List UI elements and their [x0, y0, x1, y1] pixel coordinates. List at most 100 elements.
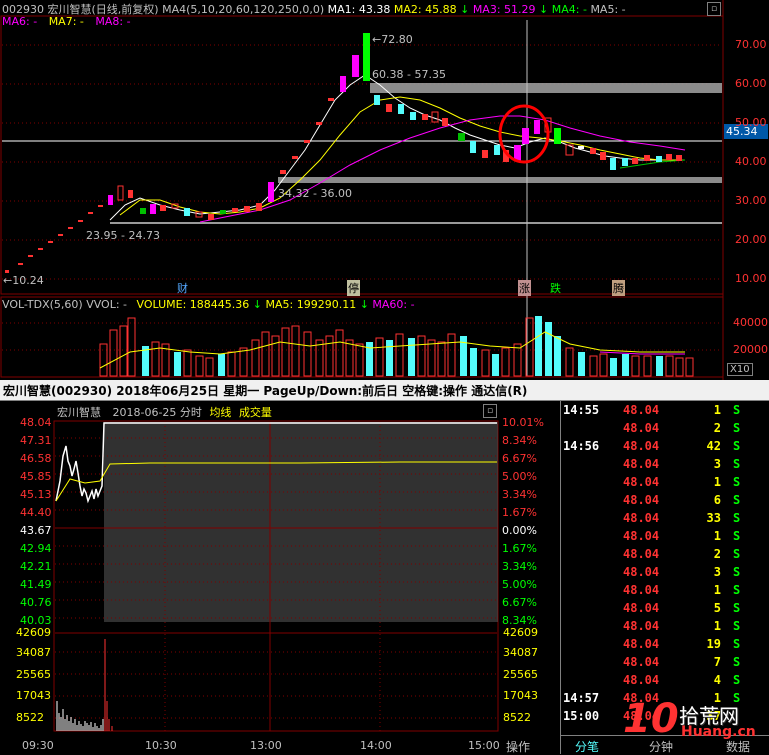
- tick-row[interactable]: 48.04 5 S: [561, 601, 740, 619]
- vol-axis-40000: 40000: [733, 316, 768, 329]
- avg-line-label: 均线: [209, 406, 232, 419]
- intraday-panel[interactable]: 宏川智慧 2018-06-25 分时 均线 成交量 ▫ 48.04 47.31 46…: [0, 401, 560, 754]
- vol-axis-label: 17043: [503, 689, 538, 702]
- kline-axis-20: 20.00: [735, 233, 767, 246]
- ma7-value: MA7: -: [48, 15, 84, 28]
- watermark: 10 拾荒网 Huang.cn: [623, 696, 769, 754]
- volume-bar: [218, 354, 225, 376]
- watermark-number: 10: [623, 696, 679, 742]
- volume-bar: [375, 337, 384, 377]
- kline-axis-60: 60.00: [735, 77, 767, 90]
- tick-row[interactable]: 48.04 4 S: [561, 673, 740, 691]
- volume-bar: [470, 348, 477, 376]
- tick-row[interactable]: 48.04 2 S: [561, 421, 740, 439]
- tick-row[interactable]: 48.04 7 S: [561, 655, 740, 673]
- volume-bar: [109, 329, 118, 377]
- tick-row[interactable]: 14:55 48.04 1 S: [561, 403, 740, 421]
- volume-bar: [481, 349, 490, 377]
- tick-side: S: [733, 475, 741, 489]
- volume-bar: [610, 358, 617, 376]
- tick-row[interactable]: 14:56 48.04 42 S: [561, 439, 740, 457]
- marker-cai: 财: [177, 282, 188, 295]
- tick-row[interactable]: 48.04 3 S: [561, 457, 740, 475]
- mid-band: [278, 177, 722, 183]
- resistance-band: [370, 83, 722, 93]
- volume-bar: [174, 352, 181, 376]
- volume-bar: [408, 338, 415, 376]
- left-axis-label: 46.58: [20, 452, 52, 465]
- anno-high: ←72.80: [372, 33, 413, 46]
- time-1300: 13:00: [250, 739, 282, 752]
- tick-volume: 19: [706, 637, 721, 651]
- status-text: 宏川智慧(002930) 2018年06月25日 星期一 PageUp/Down…: [3, 384, 528, 398]
- vol-axis-label: 17043: [16, 689, 51, 702]
- volume-bar: [545, 322, 552, 376]
- volume-bar: [565, 347, 574, 377]
- tick-row[interactable]: 48.04 33 S: [561, 511, 740, 529]
- tick-row[interactable]: 48.04 1 S: [561, 529, 740, 547]
- intraday-expand-button[interactable]: ▫: [483, 404, 497, 418]
- tick-volume: 1: [713, 583, 721, 597]
- volume-bar: [205, 357, 214, 377]
- tick-side: S: [733, 439, 741, 453]
- tick-price: 48.04: [623, 637, 660, 651]
- kline-axis-40: 40.00: [735, 155, 767, 168]
- tick-side: S: [733, 583, 741, 597]
- tick-row[interactable]: 48.04 1 S: [561, 475, 740, 493]
- kline-header-line2: MA6: - MA7: - MA8: -: [2, 15, 131, 28]
- right-axis-label: 0.00%: [502, 524, 537, 537]
- right-axis-label: 1.67%: [502, 542, 537, 555]
- tick-price: 48.04: [623, 601, 660, 615]
- vol-ma60: MA60: -: [372, 298, 415, 311]
- volume-bar: [291, 325, 300, 377]
- tick-row[interactable]: 48.04 1 S: [561, 619, 740, 637]
- left-axis-label: 45.13: [20, 488, 52, 501]
- time-1500: 15:00: [468, 739, 500, 752]
- arrow-down-icon: ↓: [359, 298, 369, 311]
- volume-bar: [437, 341, 446, 377]
- ma3-value: MA3: 51.29: [472, 3, 536, 16]
- volume-bar: [183, 349, 192, 377]
- tick-row[interactable]: 48.04 19 S: [561, 637, 740, 655]
- anno-band-low: 23.95 - 24.73: [86, 229, 160, 242]
- anno-low: ←10.24: [3, 274, 44, 287]
- tick-row[interactable]: 48.04 2 S: [561, 547, 740, 565]
- tick-row[interactable]: 48.04 6 S: [561, 493, 740, 511]
- tick-price: 48.04: [623, 583, 660, 597]
- volume-bar: [281, 327, 290, 377]
- left-axis-label: 43.67: [20, 524, 52, 537]
- intraday-volume-bars: [56, 639, 113, 731]
- tick-price: 48.04: [623, 565, 660, 579]
- ma8-value: MA8: -: [95, 15, 131, 28]
- tick-volume: 2: [713, 547, 721, 561]
- tick-row[interactable]: 48.04 3 S: [561, 565, 740, 583]
- volume-bar: [643, 355, 652, 377]
- tick-list[interactable]: 14:55 48.04 1 S 48.04 2 S 14:56 48.04 42 S 48.04 3 S 4…: [560, 401, 769, 754]
- volume-bar: [345, 339, 354, 377]
- tick-side: S: [733, 565, 741, 579]
- volume-bar: [127, 317, 136, 377]
- marker-die: 跌: [550, 282, 561, 295]
- tick-price: 48.04: [623, 421, 660, 435]
- expand-button[interactable]: ▫: [707, 2, 721, 16]
- tick-price: 48.04: [623, 619, 660, 633]
- vol-unit: X10: [727, 363, 753, 376]
- intraday-chart[interactable]: [0, 401, 560, 754]
- tab-operation[interactable]: 操作: [506, 738, 530, 755]
- tab-fenbi[interactable]: 分笔: [575, 738, 599, 755]
- volume-bar: [589, 355, 598, 377]
- tick-volume: 5: [713, 601, 721, 615]
- volume-bar: [622, 354, 629, 376]
- tick-volume: 1: [713, 529, 721, 543]
- tick-row[interactable]: 48.04 1 S: [561, 583, 740, 601]
- tick-time: 14:55: [563, 403, 600, 417]
- tick-volume: 42: [706, 439, 721, 453]
- marker-zhang: 涨: [518, 280, 531, 296]
- volume-panel[interactable]: VOL-TDX(5,60) VVOL: - VOLUME: 188445.36 …: [0, 296, 769, 380]
- right-axis-label: 5.00%: [502, 578, 537, 591]
- left-axis-label: 40.76: [20, 596, 52, 609]
- intraday-header: 宏川智慧 2018-06-25 分时 均线 成交量: [57, 404, 272, 420]
- kline-panel[interactable]: 002930 宏川智慧(日线,前复权) MA4(5,10,20,60,120,2…: [0, 0, 769, 296]
- volume-bar: [99, 343, 108, 377]
- left-axis-label: 42.94: [20, 542, 52, 555]
